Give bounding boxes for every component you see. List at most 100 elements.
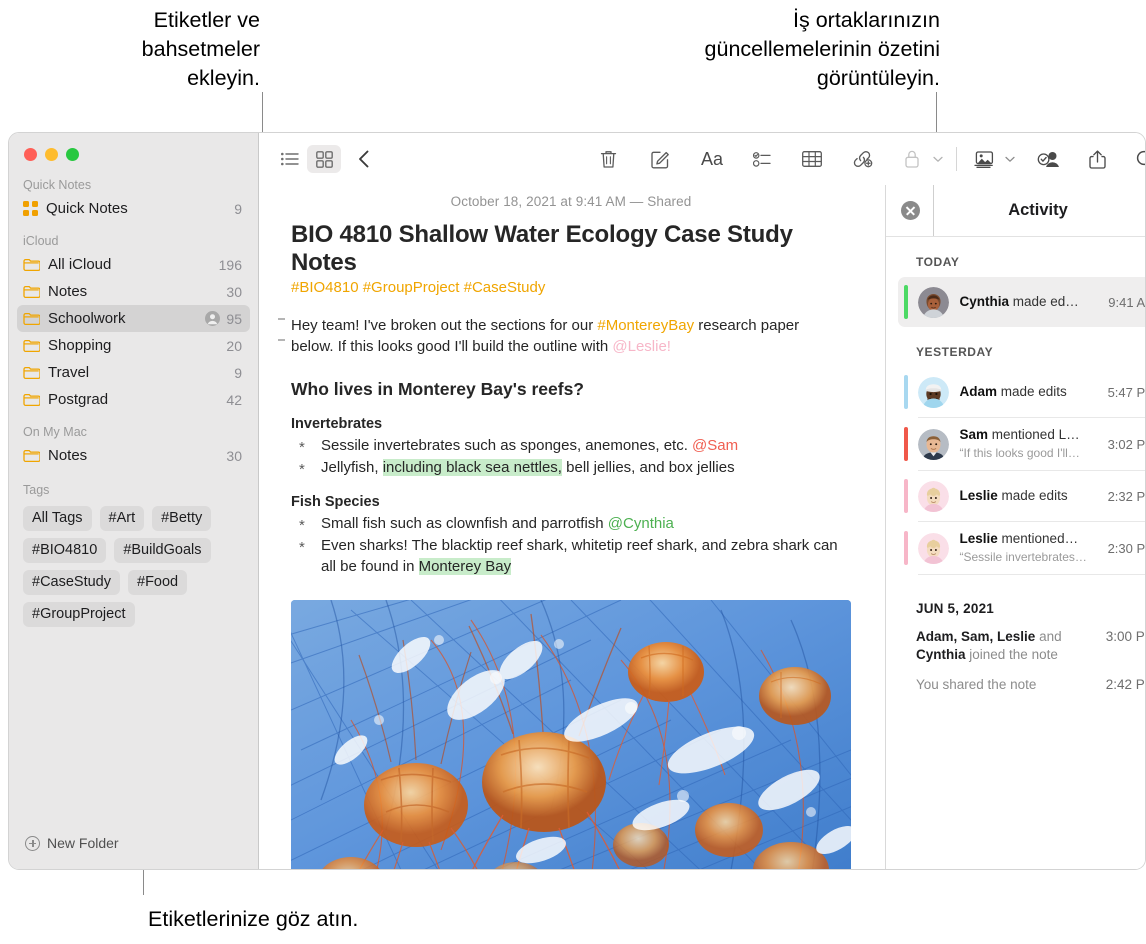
activity-joined-time: 3:00 PM xyxy=(1105,629,1145,644)
note-heading: Who lives in Monterey Bay's reefs? xyxy=(291,379,584,399)
avatar xyxy=(917,376,949,408)
sidebar-item-schoolwork[interactable]: Schoolwork 95 xyxy=(17,305,250,332)
note-highlight-black-sea-nettles: including black sea nettles, xyxy=(382,459,562,476)
sidebar-item-notes-local[interactable]: Notes 30 xyxy=(17,442,250,469)
note-hashtag-montereybay[interactable]: #MontereyBay xyxy=(597,317,694,334)
sidebar-item-all-icloud[interactable]: All iCloud 196 xyxy=(17,251,250,278)
activity-item-time: 2:30 PM xyxy=(1107,540,1146,556)
list-item: Small fish such as clownfish and parrotf… xyxy=(291,513,851,536)
sidebar-item-count: 42 xyxy=(226,391,242,408)
activity-shared-time: 2:42 PM xyxy=(1105,677,1145,692)
format-aa-icon[interactable]: Aa xyxy=(695,145,729,173)
tag-chip-art[interactable]: #Art xyxy=(99,506,145,531)
activity-color-bar xyxy=(904,375,908,409)
bullet-text-after: bell jellies, and box jellies xyxy=(561,459,735,476)
tag-chip-groupproject[interactable]: #GroupProject xyxy=(23,602,135,627)
share-icon[interactable] xyxy=(1080,145,1114,173)
tag-chip-buildgoals[interactable]: #BuildGoals xyxy=(114,538,211,563)
list-view-icon[interactable] xyxy=(273,145,307,173)
lock-icon[interactable] xyxy=(895,145,929,173)
sidebar-section-header: Quick Notes xyxy=(23,178,92,192)
activity-item-cynthia-edits[interactable]: Cynthia made ed… 9:41 AM xyxy=(898,277,1146,327)
folder-icon xyxy=(23,339,40,353)
compose-icon[interactable] xyxy=(643,145,677,173)
activity-item-sam-mentioned[interactable]: Sam mentioned L… “If this looks good I'l… xyxy=(898,418,1145,470)
collaborate-icon[interactable] xyxy=(1032,145,1066,173)
folder-icon xyxy=(23,393,40,407)
activity-shared-text: You shared the note xyxy=(916,677,1037,692)
table-icon[interactable] xyxy=(795,145,829,173)
search-icon[interactable] xyxy=(1128,145,1145,173)
media-chevron-down-icon[interactable] xyxy=(1002,145,1018,173)
sidebar-item-count: 20 xyxy=(226,337,242,354)
note-subheading-fish-species: Fish Species xyxy=(291,494,380,510)
tag-chip-casestudy[interactable]: #CaseStudy xyxy=(23,570,120,595)
activity-header: Activity xyxy=(886,185,1145,237)
note-mention-leslie[interactable]: @Leslie! xyxy=(612,338,671,355)
activity-item-line1: Sam mentioned L… xyxy=(960,427,1080,442)
quick-notes-grid-icon xyxy=(23,201,38,216)
close-icon[interactable] xyxy=(901,201,920,220)
new-folder-button[interactable]: New Folder xyxy=(9,835,258,869)
folder-icon xyxy=(23,366,40,380)
close-window-button[interactable] xyxy=(24,148,37,161)
bullet-text: Jellyfish, xyxy=(321,459,383,476)
folder-icon xyxy=(23,449,40,463)
activity-item-action: mentioned… xyxy=(997,531,1079,546)
activity-item-text: Cynthia made ed… xyxy=(960,293,1101,311)
trash-icon[interactable] xyxy=(591,145,625,173)
callout-browse-text: Etiketlerinize göz atın. xyxy=(148,907,359,931)
activity-item-text: Sam mentioned L… “If this looks good I'l… xyxy=(960,426,1100,462)
checklist-icon[interactable] xyxy=(745,145,779,173)
note-content[interactable]: October 18, 2021 at 9:41 AM — Shared BIO… xyxy=(259,185,885,869)
activity-item-time: 9:41 AM xyxy=(1108,294,1146,310)
format-aa-label: Aa xyxy=(700,148,724,169)
sidebar-scroll-area[interactable]: Quick Notes Quick Notes 9 iCloud All iCl… xyxy=(9,161,258,835)
activity-item-leslie-mentioned[interactable]: Leslie mentioned… “Sessile invertebrates… xyxy=(898,522,1146,574)
sidebar-item-label: Postgrad xyxy=(48,391,109,408)
activity-item-who: Adam xyxy=(959,384,998,399)
activity-item-leslie-edits[interactable]: Leslie made edits 2:32 PM xyxy=(898,471,1145,521)
tag-chip-food[interactable]: #Food xyxy=(128,570,188,595)
bullet-text: Even sharks! The blacktip reef shark, wh… xyxy=(321,537,838,575)
back-chevron-icon[interactable] xyxy=(347,145,381,173)
sidebar-item-travel[interactable]: Travel 9 xyxy=(17,359,250,386)
sidebar-item-label: Shopping xyxy=(48,337,112,354)
activity-item-action: made edits xyxy=(997,488,1068,503)
note-and-activity-area: October 18, 2021 at 9:41 AM — Shared BIO… xyxy=(259,185,1146,869)
sidebar-item-count: 196 xyxy=(218,256,242,273)
lock-chevron-down-icon[interactable] xyxy=(930,145,946,173)
sidebar-item-notes-icloud[interactable]: Notes 30 xyxy=(17,278,250,305)
minimize-window-button[interactable] xyxy=(45,148,58,161)
activity-item-quote: “Sessile invertebrates… xyxy=(959,550,1087,564)
activity-item-text: Leslie made edits xyxy=(960,487,1100,505)
jellyfish-photo[interactable] xyxy=(291,600,851,869)
note-highlight-monterey-bay: Monterey Bay xyxy=(418,558,512,575)
note-mention-cynthia[interactable]: @Cynthia xyxy=(608,515,674,532)
activity-header-divider xyxy=(933,185,934,236)
note-intro-part1: Hey team! I've broken out the sections f… xyxy=(291,317,598,334)
sidebar-item-postgrad[interactable]: Postgrad 42 xyxy=(17,386,250,413)
tag-chip-bio4810[interactable]: #BIO4810 xyxy=(23,538,107,563)
media-icon[interactable] xyxy=(967,145,1001,173)
sidebar-item-shopping[interactable]: Shopping 20 xyxy=(17,332,250,359)
gallery-view-icon[interactable] xyxy=(307,145,341,173)
note-subheading-invertebrates: Invertebrates xyxy=(291,416,383,432)
sidebar-item-label: Notes xyxy=(48,447,88,464)
activity-item-line1: Leslie mentioned… xyxy=(960,531,1079,546)
tag-chip-all-tags[interactable]: All Tags xyxy=(23,506,92,531)
activity-item-who: Sam xyxy=(959,427,989,442)
zoom-window-button[interactable] xyxy=(66,148,79,161)
activity-item-adam-edits[interactable]: Adam made edits 5:47 PM xyxy=(898,367,1145,417)
link-icon[interactable] xyxy=(845,145,879,173)
tag-chip-betty[interactable]: #Betty xyxy=(152,506,212,531)
folder-icon xyxy=(23,258,40,272)
sidebar-item-quick-notes[interactable]: Quick Notes 9 xyxy=(17,195,250,222)
activity-list[interactable]: TODAY Cynthia made ed… 9:41 AM YESTERDAY xyxy=(886,237,1146,869)
activity-group-header-today: TODAY xyxy=(916,255,960,269)
sidebar-item-label: All iCloud xyxy=(48,256,112,273)
note-mention-sam[interactable]: @Sam xyxy=(692,437,738,454)
toolbar-divider xyxy=(956,147,957,171)
list-item: Jellyfish, including black sea nettles, … xyxy=(291,457,851,480)
activity-joined-note-row: Adam, Sam, Leslie and Cynthia joined the… xyxy=(886,625,1145,667)
